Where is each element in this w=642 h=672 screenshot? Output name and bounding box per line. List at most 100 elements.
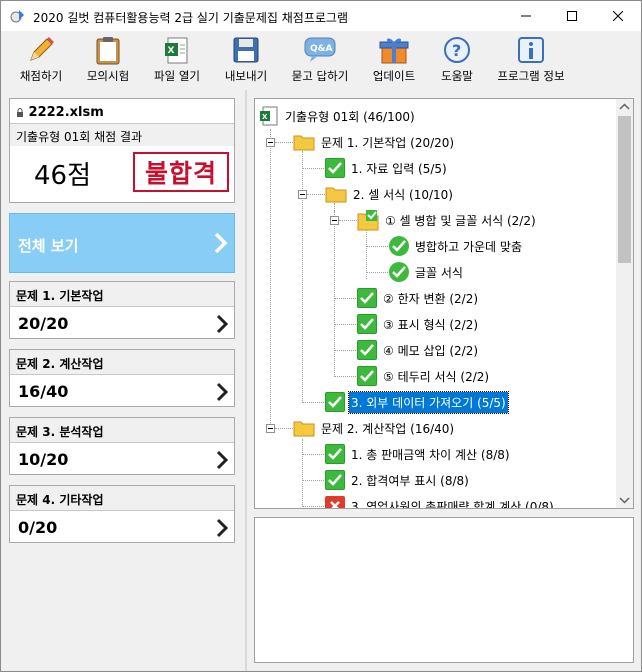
tree-node-label: 3. 외부 데이터 가져오기 (5/5) [348, 390, 509, 414]
collapse-toggle[interactable] [266, 138, 275, 147]
gift-box-icon [377, 33, 411, 67]
pane-splitter[interactable] [245, 90, 247, 671]
tree-node[interactable]: 병합하고 가운데 맞춤 [389, 233, 524, 259]
file-name-text: 2222.xlsm [28, 105, 104, 120]
minimize-icon [521, 15, 531, 17]
tree-node-label: 1. 자료 입력 (5/5) [351, 161, 447, 176]
tree-node-label: ③ 표시 형식 (2/2) [383, 317, 479, 332]
check-icon [357, 314, 377, 334]
tree-node-label: 기출유형 01회 (46/100) [285, 109, 415, 124]
folder-icon [293, 421, 315, 437]
tree-node[interactable]: 글꼴 서식 [389, 259, 465, 285]
check-icon [357, 366, 377, 386]
view-all-button[interactable]: 전체 보기 [9, 213, 235, 273]
chevron-right-icon [216, 518, 228, 538]
svg-text:?: ? [452, 41, 461, 60]
scrollbar-thumb[interactable] [618, 116, 631, 263]
tree-node-selected[interactable]: 3. 외부 데이터 가져오기 (5/5) [325, 389, 509, 415]
clipboard-icon [91, 33, 125, 67]
tree-scrollbar[interactable] [616, 99, 633, 508]
question-score: 16/40 [18, 382, 69, 401]
update-button[interactable]: 업데이트 [367, 33, 421, 87]
view-all-label: 전체 보기 [18, 237, 79, 255]
info-icon [514, 33, 548, 67]
update-label: 업데이트 [372, 69, 416, 83]
chevron-right-icon [216, 450, 228, 470]
chevron-right-icon [216, 382, 228, 402]
export-button[interactable]: 내보내기 [219, 33, 273, 87]
total-score: 46점 [34, 161, 92, 191]
collapse-toggle[interactable] [266, 424, 275, 433]
file-name: 2222.xlsm [16, 105, 104, 120]
result-subtitle: 기출유형 01회 채점 결과 [10, 124, 234, 146]
question-card-4[interactable]: 문제 4. 기타작업 0/20 [9, 485, 235, 543]
toolbar: 채점하기 모의시험 X 파일 열기 내보내기 Q&A 묻고 답하기 업데이트 ?… [1, 31, 641, 89]
tree-node[interactable]: 문제 2. 계산작업 (16/40) [293, 415, 456, 441]
question-score: 0/20 [18, 518, 58, 537]
tree-node[interactable]: 2. 합격여부 표시 (8/8) [325, 467, 471, 493]
qa-label: 묻고 답하기 [291, 69, 349, 83]
question-title: 문제 4. 기타작업 [10, 486, 234, 511]
check-icon [325, 470, 345, 490]
close-button[interactable] [595, 1, 641, 31]
chevron-right-icon [216, 314, 228, 334]
help-icon: ? [440, 33, 474, 67]
tree-root[interactable]: X 기출유형 01회 (46/100) [259, 103, 417, 129]
tree-node[interactable]: 3. 영업사원의 총판매량 합계 계산 (0/8) [325, 493, 556, 508]
question-card-3[interactable]: 문제 3. 분석작업 10/20 [9, 417, 235, 475]
tree-node[interactable]: 문제 1. 기본작업 (20/20) [293, 129, 456, 155]
question-score: 10/20 [18, 450, 69, 469]
tree-node[interactable]: 1. 자료 입력 (5/5) [325, 155, 449, 181]
fail-stamp: 불합격 [133, 152, 229, 192]
scroll-down-arrow-icon[interactable] [616, 491, 633, 508]
folder-icon [293, 135, 315, 151]
tree-node[interactable]: ② 한자 변환 (2/2) [357, 285, 480, 311]
mock-exam-button[interactable]: 모의시험 [79, 33, 137, 87]
grade-button[interactable]: 채점하기 [11, 33, 71, 87]
tree-node-label: ① 셀 병합 및 글꼴 서식 (2/2) [385, 213, 536, 228]
app-window: 2020 길벗 컴퓨터활용능력 2급 실기 기출문제집 채점프로그램 채점하기 … [0, 0, 642, 672]
tree-node-label: 글꼴 서식 [415, 265, 463, 280]
grading-tree[interactable]: X 기출유형 01회 (46/100) 문제 1. 기본작업 (20/20) 1… [254, 98, 634, 509]
program-info-label: 프로그램 정보 [497, 69, 565, 83]
qa-bubble-icon: Q&A [303, 33, 337, 67]
minimize-button[interactable] [503, 1, 549, 31]
maximize-button[interactable] [549, 1, 595, 31]
help-button[interactable]: ? 도움말 [433, 33, 481, 87]
check-circle-icon [389, 262, 409, 282]
tree-node-label: ② 한자 변환 (2/2) [383, 291, 479, 306]
collapse-toggle[interactable] [330, 216, 339, 225]
pencil-icon [24, 33, 58, 67]
tree-node-label: 문제 2. 계산작업 (16/40) [321, 421, 455, 436]
tree-node[interactable]: ① 셀 병합 및 글꼴 서식 (2/2) [357, 207, 538, 233]
tree-node-label: 문제 1. 기본작업 (20/20) [321, 135, 455, 150]
tree-node-label: 2. 합격여부 표시 (8/8) [351, 473, 469, 488]
tree-node[interactable]: 1. 총 판매금액 차이 계산 (8/8) [325, 441, 512, 467]
question-card-2[interactable]: 문제 2. 계산작업 16/40 [9, 349, 235, 407]
help-label: 도움말 [441, 69, 473, 83]
detail-panel[interactable] [254, 517, 634, 663]
excel-file-icon: X [160, 33, 194, 67]
qa-button[interactable]: Q&A 묻고 답하기 [285, 33, 355, 87]
tree-node[interactable]: ④ 메모 삽입 (2/2) [357, 337, 480, 363]
file-result-card: 2222.xlsm 기출유형 01회 채점 결과 46점 불합격 [9, 98, 235, 203]
scroll-up-arrow-icon[interactable] [616, 99, 633, 116]
tree-node[interactable]: ③ 표시 형식 (2/2) [357, 311, 480, 337]
collapse-toggle[interactable] [298, 190, 307, 199]
window-title: 2020 길벗 컴퓨터활용능력 2급 실기 기출문제집 채점프로그램 [33, 11, 348, 25]
export-label: 내보내기 [224, 69, 268, 83]
tree-node-label: 3. 영업사원의 총판매량 합계 계산 (0/8) [351, 499, 554, 509]
open-file-button[interactable]: X 파일 열기 [147, 33, 207, 87]
tree-node[interactable]: 2. 셀 서식 (10/10) [325, 181, 455, 207]
open-file-label: 파일 열기 [154, 69, 200, 83]
question-title: 문제 1. 기본작업 [10, 282, 234, 307]
maximize-icon [567, 11, 577, 21]
check-icon [357, 288, 377, 308]
excel-file-icon: X [260, 106, 278, 126]
question-card-1[interactable]: 문제 1. 기본작업 20/20 [9, 281, 235, 339]
program-info-button[interactable]: 프로그램 정보 [489, 33, 573, 87]
svg-text:X: X [168, 46, 175, 56]
folder-icon [325, 187, 347, 203]
tree-node[interactable]: ⑤ 테두리 서식 (2/2) [357, 363, 491, 389]
floppy-disk-icon [229, 33, 263, 67]
